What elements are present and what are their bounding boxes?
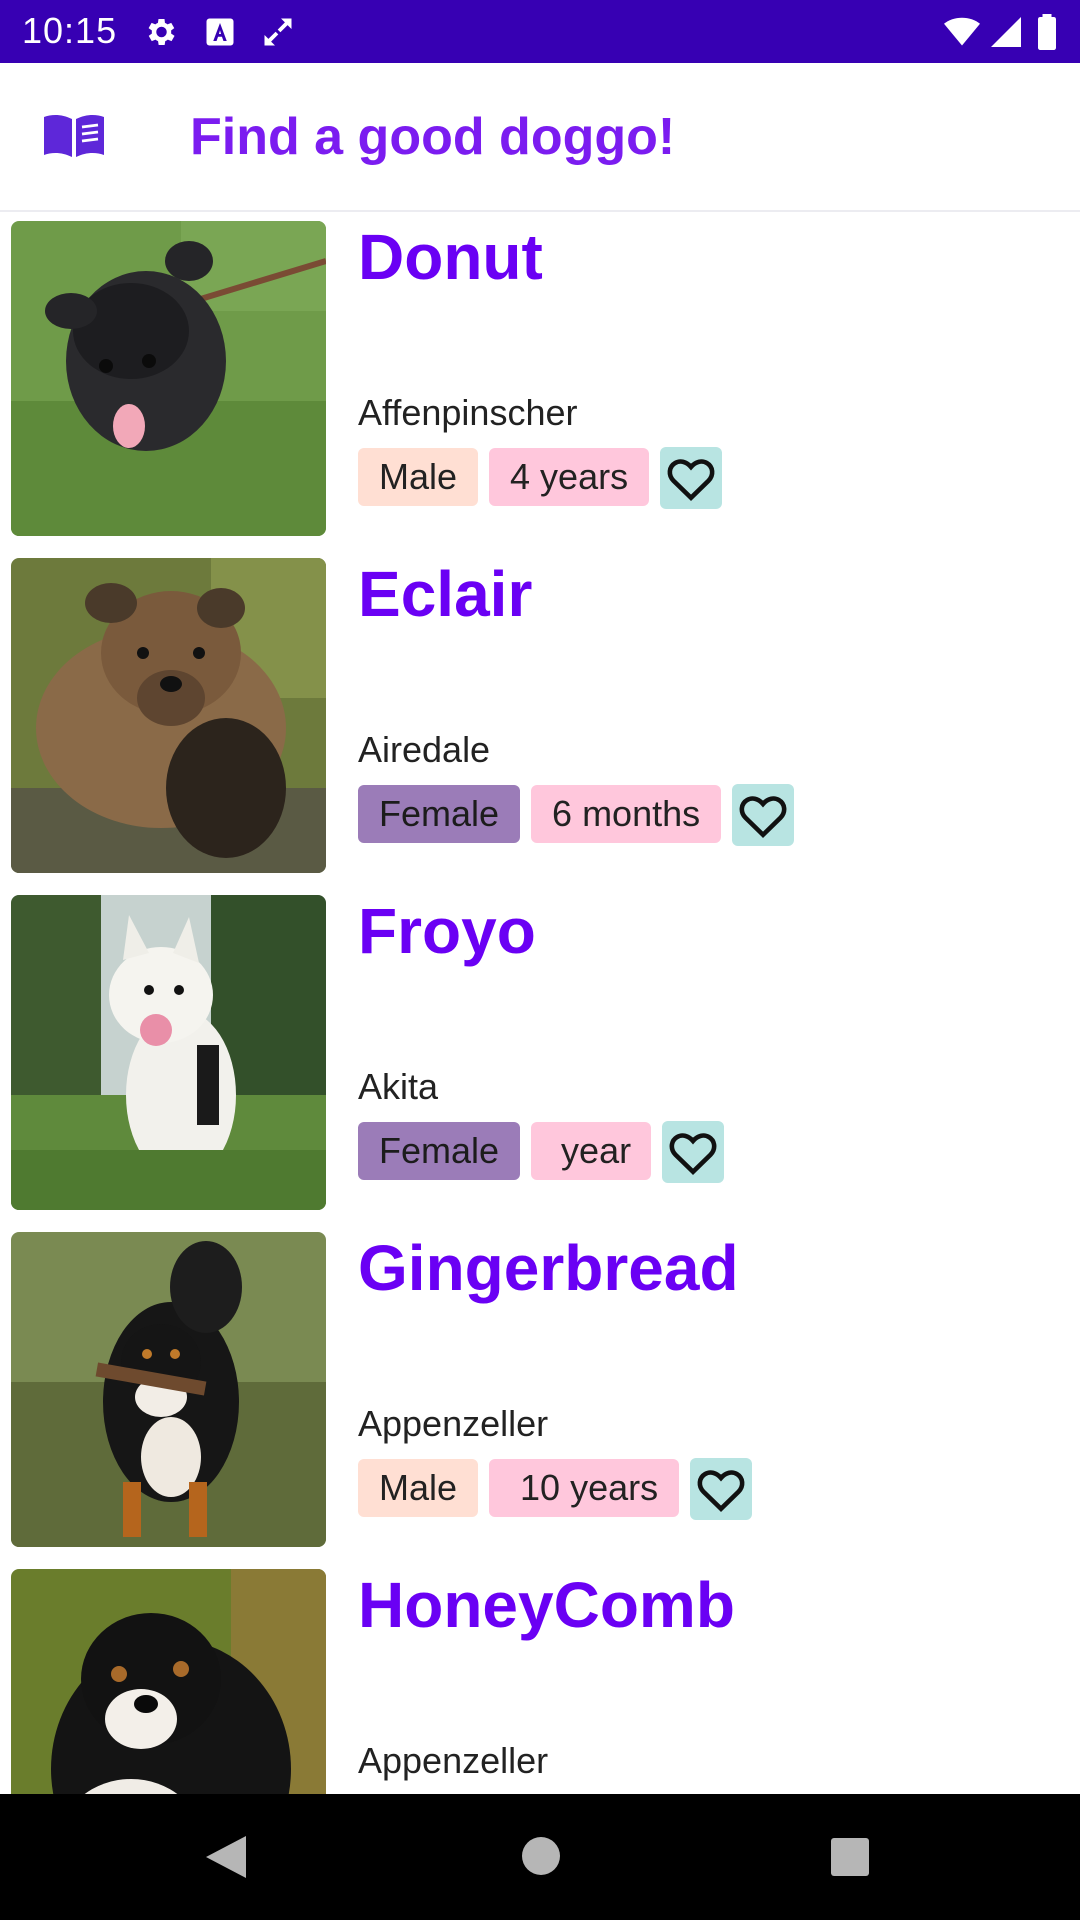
age-chip: 4 years: [489, 448, 650, 506]
heart-outline-icon: [669, 1133, 717, 1175]
back-icon[interactable]: [204, 1834, 248, 1880]
home-icon[interactable]: [522, 1837, 560, 1875]
book-icon[interactable]: [44, 113, 104, 157]
dog-list-item[interactable]: Eclair Airedale Female 6 months: [0, 549, 1080, 886]
status-time: 10:15: [22, 10, 118, 51]
gender-chip: Female: [358, 785, 521, 843]
gender-chip: Female: [358, 1122, 521, 1180]
dog-name: Gingerbread: [358, 1232, 739, 1304]
age-chip: 10 years: [489, 1459, 680, 1517]
dog-breed: Appenzeller: [358, 1403, 549, 1444]
signal-icon: [991, 17, 1021, 47]
dog-photo: [11, 1232, 326, 1547]
dog-list-item[interactable]: HoneyComb Appenzeller: [0, 1560, 1080, 1794]
gender-chip: Male: [358, 448, 479, 506]
favorite-button[interactable]: [660, 447, 723, 509]
dog-photo: [11, 558, 326, 873]
favorite-button[interactable]: [732, 784, 795, 846]
dog-tags: Male 10 years: [358, 1458, 753, 1520]
dog-photo: [11, 895, 326, 1210]
dog-list[interactable]: Donut Affenpinscher Male 4 years Eclair …: [0, 212, 1080, 1794]
rotate-icon: [264, 18, 292, 46]
dog-list-item[interactable]: Gingerbread Appenzeller Male 10 years: [0, 1223, 1080, 1560]
wifi-icon: [944, 17, 980, 46]
favorite-button[interactable]: [662, 1121, 725, 1183]
dog-tags: Female year: [358, 1121, 725, 1183]
dog-breed: Airedale: [358, 729, 491, 770]
status-bar: 10:15: [0, 0, 1080, 63]
dog-photo: [11, 1569, 326, 1794]
dog-name: HoneyComb: [358, 1569, 735, 1641]
heart-outline-icon: [667, 459, 715, 501]
dog-breed: Appenzeller: [358, 1740, 549, 1781]
page-title: Find a good doggo!: [190, 108, 676, 166]
age-chip: year: [531, 1122, 652, 1180]
dog-name: Eclair: [358, 558, 533, 630]
gender-chip: Male: [358, 1459, 479, 1517]
recents-icon[interactable]: [831, 1838, 869, 1876]
favorite-button[interactable]: [690, 1458, 753, 1520]
dog-tags: Female 6 months: [358, 784, 795, 846]
dog-name: Froyo: [358, 895, 536, 967]
age-chip: 6 months: [531, 785, 722, 843]
dog-tags: Male 4 years: [358, 447, 723, 509]
dog-breed: Akita: [358, 1066, 439, 1107]
a-icon: [206, 18, 234, 46]
settings-icon: [148, 18, 175, 46]
dog-photo: [11, 221, 326, 536]
dog-list-item[interactable]: Donut Affenpinscher Male 4 years: [0, 212, 1080, 549]
dog-name: Donut: [358, 221, 543, 293]
dog-list-item[interactable]: Froyo Akita Female year: [0, 886, 1080, 1223]
navigation-bar: [0, 1794, 1080, 1920]
dog-breed: Affenpinscher: [358, 392, 578, 433]
heart-outline-icon: [697, 1470, 745, 1512]
heart-outline-icon: [739, 796, 787, 838]
app-bar: Find a good doggo!: [0, 63, 1080, 212]
battery-icon: [1038, 14, 1056, 50]
